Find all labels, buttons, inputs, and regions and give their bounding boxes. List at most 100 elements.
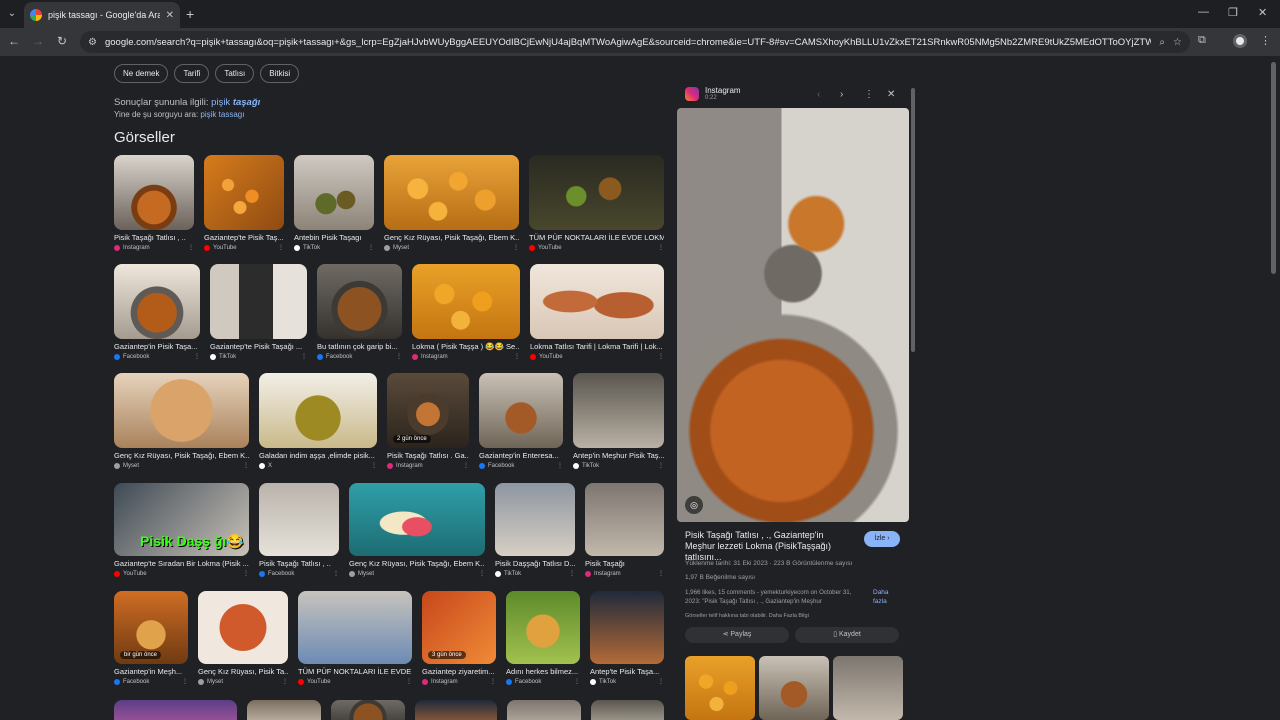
- more-options-icon[interactable]: ⋮: [396, 353, 402, 361]
- result-image[interactable]: [479, 373, 563, 448]
- more-options-icon[interactable]: ⋮: [243, 570, 249, 578]
- image-caption[interactable]: TÜM PÜF NOKTALARI İLE EVDE LOKM...: [529, 233, 664, 243]
- address-bar[interactable]: ⚙ google.com/search?q=pişik+tassagı&oq=p…: [80, 31, 1190, 53]
- image-result[interactable]: 3 gün önce Gaziantep ziyaretim... Instag…: [422, 591, 496, 686]
- panel-source-header[interactable]: Instagram 0:22: [685, 86, 741, 101]
- tab-close-icon[interactable]: ✕: [166, 10, 174, 21]
- url-text[interactable]: google.com/search?q=pişik+tassagı&oq=piş…: [105, 37, 1151, 48]
- result-image[interactable]: [114, 155, 194, 230]
- image-caption[interactable]: Genç Kız Rüyası, Pisik Taşağı, Ebem K...: [114, 451, 249, 461]
- image-caption[interactable]: Gaziantep'te Sıradan Bir Lokma (Pisik ..…: [114, 559, 249, 569]
- related-image[interactable]: [685, 656, 755, 720]
- more-options-icon[interactable]: ⋮: [368, 244, 374, 252]
- filter-chip[interactable]: Tatlısı: [215, 64, 255, 83]
- zoom-icon[interactable]: ⌕: [1159, 37, 1165, 48]
- more-options-icon[interactable]: ⋮: [243, 462, 249, 470]
- image-result[interactable]: Pisik Taşağı Tatlısı , .. Facebook ⋮: [259, 483, 339, 578]
- prev-result-icon[interactable]: ‹: [817, 89, 820, 100]
- more-options-icon[interactable]: ⋮: [333, 570, 339, 578]
- more-options-icon[interactable]: ⋮: [278, 244, 284, 252]
- more-options-icon[interactable]: ⋮: [406, 678, 412, 686]
- image-caption[interactable]: Galadan indim aşşa ,elimde pisik...: [259, 451, 377, 461]
- result-image[interactable]: [495, 483, 575, 556]
- image-result[interactable]: [415, 700, 497, 720]
- result-image[interactable]: [259, 373, 377, 448]
- restore-button[interactable]: ❐: [1228, 6, 1238, 19]
- result-image[interactable]: 2 gün önce: [387, 373, 469, 448]
- image-result[interactable]: Genç Kız Rüyası, Pisik Taşağı, Ebem K...…: [384, 155, 519, 252]
- more-link[interactable]: Daha fazla: [873, 588, 903, 606]
- result-image[interactable]: bir gün önce: [114, 591, 188, 664]
- result-image[interactable]: [573, 373, 664, 448]
- result-image[interactable]: [298, 591, 412, 664]
- extensions-icon[interactable]: ⧉: [1198, 34, 1206, 47]
- image-result[interactable]: Pisik Taşağı Tatlısı , .. Instagram ⋮: [114, 155, 194, 252]
- image-result[interactable]: Lokma ( Pisik Taşşa ) 😂😂 Se... Instagram…: [412, 264, 520, 361]
- more-options-icon[interactable]: ⋮: [658, 244, 664, 252]
- result-image[interactable]: [210, 264, 307, 339]
- share-button[interactable]: ⋖ Paylaş: [685, 627, 789, 643]
- image-caption[interactable]: Lokma ( Pisik Taşşa ) 😂😂 Se...: [412, 342, 520, 352]
- bookmark-star-icon[interactable]: ☆: [1173, 37, 1182, 48]
- image-result[interactable]: Antebin Pisik Taşagı TikTok ⋮: [294, 155, 374, 252]
- result-image[interactable]: [412, 264, 520, 339]
- corrected-query-link[interactable]: pişik: [211, 97, 233, 108]
- panel-more-icon[interactable]: ⋮: [864, 89, 874, 100]
- image-caption[interactable]: Genç Kız Rüyası, Pisik Taşağı, Ebem K...: [384, 233, 519, 243]
- image-result[interactable]: Antep'in Meşhur Pisik Taş... TikTok ⋮: [573, 373, 664, 470]
- more-options-icon[interactable]: ⋮: [463, 462, 469, 470]
- more-options-icon[interactable]: ⋮: [569, 570, 575, 578]
- result-image[interactable]: [204, 155, 284, 230]
- next-result-icon[interactable]: ›: [840, 89, 843, 100]
- image-result[interactable]: TÜM PÜF NOKTALARI İLE EVDE LOKM... YouTu…: [529, 155, 664, 252]
- image-caption[interactable]: Gaziantep ziyaretim...: [422, 667, 496, 677]
- related-image[interactable]: [833, 656, 903, 720]
- preview-title[interactable]: Pisik Taşağı Tatlısı , ., Gaziantep'in M…: [685, 530, 855, 563]
- filter-chip[interactable]: Ne demek: [114, 64, 169, 83]
- original-query-link[interactable]: pişik tassagı: [200, 110, 244, 119]
- image-caption[interactable]: Pisik Taşağı Tatlısı , ..: [259, 559, 339, 569]
- panel-source-name[interactable]: Instagram: [705, 86, 741, 95]
- image-result[interactable]: Genç Kız Rüyası, Pisik Taşağı, Ebem K...…: [349, 483, 485, 578]
- more-options-icon[interactable]: ⋮: [194, 353, 200, 361]
- result-image[interactable]: 3 gün önce: [422, 591, 496, 664]
- image-result[interactable]: Gaziantep'te Pisik Taş... YouTube ⋮: [204, 155, 284, 252]
- more-options-icon[interactable]: ⋮: [282, 678, 288, 686]
- image-caption[interactable]: Gaziantep'te Pisik Taşağı ...: [210, 342, 307, 352]
- image-caption[interactable]: Gaziantep'in Pisik Taşa...: [114, 342, 200, 352]
- image-caption[interactable]: Antep'te Pisik Taşa...: [590, 667, 664, 677]
- minimize-button[interactable]: —: [1198, 6, 1209, 18]
- browser-tab[interactable]: pişik tassagı - Google'da Ara ✕: [24, 2, 180, 28]
- result-image[interactable]: [590, 591, 664, 664]
- image-result[interactable]: Lokma Tatlısı Tarifi | Lokma Tarifi | Lo…: [530, 264, 664, 361]
- site-info-icon[interactable]: ⚙: [88, 37, 97, 48]
- panel-close-icon[interactable]: ✕: [887, 89, 895, 100]
- menu-kebab-icon[interactable]: ⋮: [1260, 34, 1271, 47]
- more-options-icon[interactable]: ⋮: [371, 462, 377, 470]
- image-caption[interactable]: Pisik Taşağı Tatlısı . Ga...: [387, 451, 469, 461]
- image-result[interactable]: Gaziantep'in Enteresa... Facebook ⋮: [479, 373, 563, 470]
- image-caption[interactable]: Genç Kız Rüyası, Pisik Ta...: [198, 667, 288, 677]
- result-image[interactable]: [198, 591, 288, 664]
- result-image[interactable]: [114, 700, 237, 720]
- image-result[interactable]: Bu tatlının çok garip bi... Facebook ⋮: [317, 264, 402, 361]
- more-options-icon[interactable]: ⋮: [658, 570, 664, 578]
- more-options-icon[interactable]: ⋮: [658, 462, 664, 470]
- result-image[interactable]: [349, 483, 485, 556]
- result-image[interactable]: [294, 155, 374, 230]
- image-caption[interactable]: Gaziantep'te Pisik Taş...: [204, 233, 284, 243]
- image-caption[interactable]: Pisik Daşşağı Tatlısı D...: [495, 559, 575, 569]
- image-result[interactable]: 2 gün önce Pisik Taşağı Tatlısı . Ga... …: [387, 373, 469, 470]
- image-result[interactable]: Antep'te Pisik Taşa... TikTok ⋮: [590, 591, 664, 686]
- result-image[interactable]: [415, 700, 497, 720]
- image-result[interactable]: Genç Kız Rüyası, Pisik Ta... Myset ⋮: [198, 591, 288, 686]
- image-result[interactable]: Pisik Daşş ğı😂 Gaziantep'te Sıradan Bir …: [114, 483, 249, 578]
- reload-button[interactable]: ↻: [54, 34, 70, 48]
- image-caption[interactable]: TÜM PÜF NOKTALARI İLE EVDE ...: [298, 667, 412, 677]
- image-caption[interactable]: Antep'in Meşhur Pisik Taş...: [573, 451, 664, 461]
- profile-avatar[interactable]: [1233, 34, 1247, 48]
- watch-button[interactable]: İzle ›: [864, 531, 900, 547]
- image-result[interactable]: TÜM PÜF NOKTALARI İLE EVDE ... YouTube ⋮: [298, 591, 412, 686]
- image-result[interactable]: [507, 700, 581, 720]
- result-image[interactable]: [114, 373, 249, 448]
